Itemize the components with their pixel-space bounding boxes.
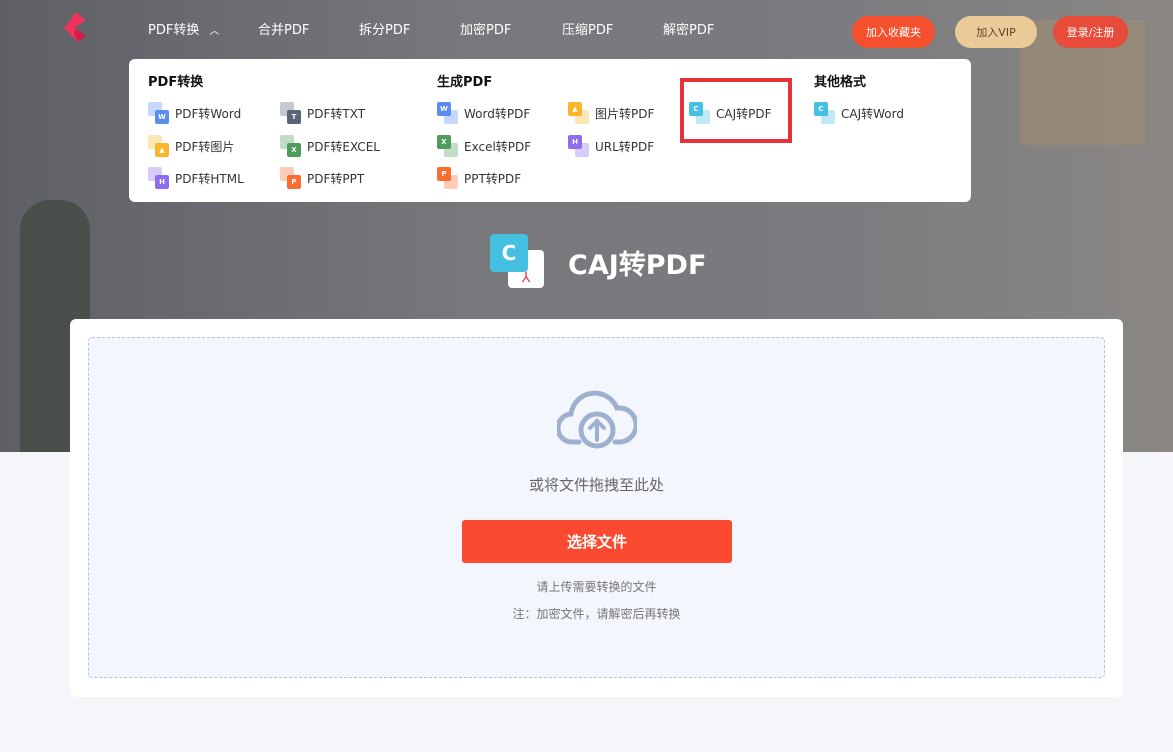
file-type-icon: X [280, 135, 302, 157]
menu-item[interactable]: T PDF转TXT [280, 102, 365, 124]
nav-split-pdf[interactable]: 拆分PDF [359, 19, 410, 38]
menu-item[interactable]: X PDF转EXCEL [280, 135, 380, 157]
menu-item[interactable]: W PDF转Word [148, 102, 241, 124]
encrypted-note: 注：加密文件，请解密后再转换 [512, 607, 681, 621]
nav-decrypt-pdf[interactable]: 解密PDF [663, 19, 714, 38]
menu-item[interactable]: ▲ PDF转图片 [148, 135, 234, 157]
chevron-up-icon: ︿ [209, 26, 220, 37]
nav-compress-pdf[interactable]: 压缩PDF [562, 19, 613, 38]
file-type-icon: X [437, 135, 459, 157]
file-type-icon: W [437, 102, 459, 124]
select-file-button[interactable]: 选择文件 [462, 520, 732, 563]
upload-card: 或将文件拖拽至此处 选择文件 请上传需要转换的文件 注：加密文件，请解密后再转换 [70, 319, 1123, 697]
file-type-icon: W [148, 102, 170, 124]
caj-to-pdf-icon: ⅄ C [490, 234, 546, 290]
menu-item-label: Word转PDF [464, 106, 531, 121]
top-nav: PDF转换 ︿ 合并PDF 拆分PDF 加密PDF 压缩PDF 解密PDF 加入… [0, 0, 1173, 55]
nav-pdf-convert[interactable]: PDF转换 ︿ [148, 19, 219, 38]
page-title: ⅄ C CAJ转PDF [490, 234, 706, 290]
menu-item-label: PDF转PPT [307, 171, 365, 186]
menu-heading-other: 其他格式 [814, 75, 867, 90]
file-type-icon: H [148, 167, 170, 189]
menu-item[interactable]: H URL转PDF [568, 135, 654, 157]
file-type-icon: H [568, 135, 590, 157]
menu-heading-pdf-convert: PDF转换 [148, 75, 204, 90]
menu-item[interactable]: C CAJ转Word [814, 102, 904, 124]
highlight-box [680, 78, 792, 143]
menu-item-label: PDF转EXCEL [307, 139, 380, 154]
logo-icon[interactable] [64, 12, 86, 42]
menu-item-label: Excel转PDF [464, 139, 532, 154]
menu-item[interactable]: X Excel转PDF [437, 135, 531, 157]
file-type-icon: C [814, 102, 836, 124]
menu-item-label: PDF转Word [175, 106, 242, 121]
page-title-text: CAJ转PDF [568, 249, 707, 281]
menu-item[interactable]: W Word转PDF [437, 102, 530, 124]
file-type-icon: P [437, 167, 459, 189]
file-type-icon: ▲ [568, 102, 590, 124]
menu-item-label: URL转PDF [595, 139, 655, 154]
nav-merge-pdf[interactable]: 合并PDF [258, 19, 309, 38]
menu-item-label: 图片转PDF [595, 106, 655, 121]
drag-text: 或将文件拖拽至此处 [528, 476, 664, 494]
menu-item-label: PDF转HTML [175, 171, 244, 186]
menu-item[interactable]: P PPT转PDF [437, 167, 521, 189]
menu-heading-create-pdf: 生成PDF [437, 75, 493, 90]
login-button[interactable]: 登录/注册 [1053, 16, 1128, 48]
menu-item-label: PPT转PDF [464, 171, 522, 186]
file-type-icon: T [280, 102, 302, 124]
nav-label: PDF转换 [148, 23, 200, 38]
menu-item-label: PDF转TXT [307, 106, 366, 121]
menu-item[interactable]: P PDF转PPT [280, 167, 364, 189]
upload-hint: 请上传需要转换的文件 [536, 580, 657, 594]
dropdown-menu: PDF转换 生成PDF 其他格式 W PDF转Word T PDF转TXT ▲ PDF转图… [129, 59, 971, 202]
menu-item-label: PDF转图片 [175, 139, 235, 154]
cloud-upload-icon [557, 390, 637, 449]
file-type-icon: ▲ [148, 135, 170, 157]
file-type-icon: P [280, 167, 302, 189]
menu-item[interactable]: ▲ 图片转PDF [568, 102, 654, 124]
vip-button[interactable]: 加入VIP [955, 16, 1037, 48]
menu-item-label: CAJ转Word [841, 106, 904, 121]
bookmark-button[interactable]: 加入收藏夹 [852, 16, 935, 48]
menu-item[interactable]: H PDF转HTML [148, 167, 244, 189]
nav-encrypt-pdf[interactable]: 加密PDF [460, 19, 511, 38]
drop-zone[interactable]: 或将文件拖拽至此处 选择文件 请上传需要转换的文件 注：加密文件，请解密后再转换 [88, 337, 1105, 678]
